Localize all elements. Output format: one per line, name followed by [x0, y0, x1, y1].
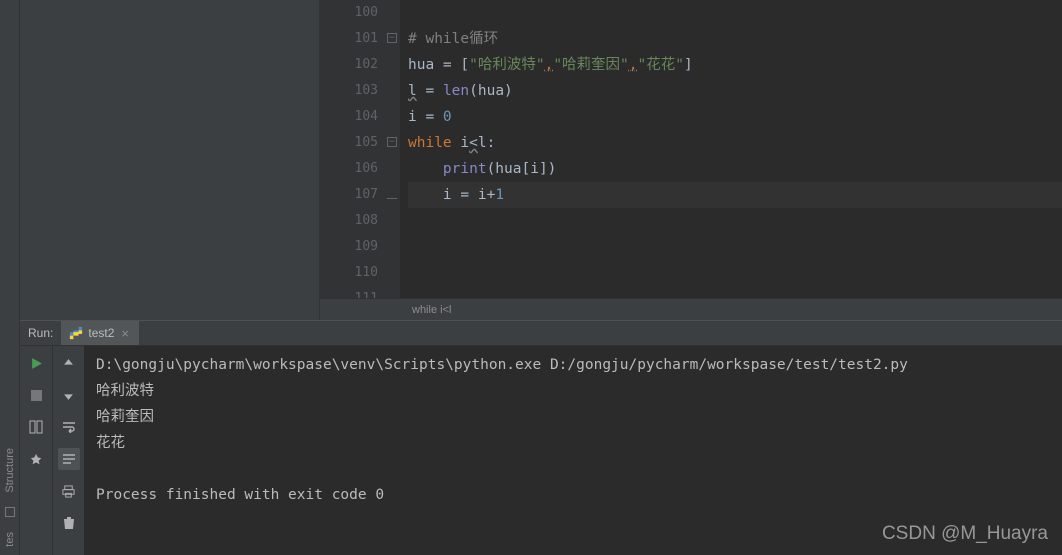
code-area[interactable]: 100101−102103104105−106107108109110111 #…: [320, 0, 1062, 298]
fold-marker[interactable]: −: [387, 137, 397, 147]
run-body: D:\gongju\pycharm\workspase\venv\Scripts…: [20, 346, 1062, 555]
run-tab[interactable]: test2 ×: [61, 321, 139, 345]
run-panel: Run: test2 ×: [20, 320, 1062, 555]
fold-end-marker: [387, 189, 397, 199]
layout-button[interactable]: [25, 416, 47, 438]
run-tab-name: test2: [88, 326, 114, 340]
print-button[interactable]: [58, 480, 80, 502]
left-tool-strip: Structure tes: [0, 0, 20, 555]
delete-button[interactable]: [58, 512, 80, 534]
code-lines[interactable]: # while循环hua = ["哈利波特","哈莉奎因","花花"]l = l…: [400, 0, 1062, 298]
fold-marker[interactable]: −: [387, 33, 397, 43]
pin-button[interactable]: [25, 448, 47, 470]
up-button[interactable]: [58, 352, 80, 374]
editor-area: 100101−102103104105−106107108109110111 #…: [20, 0, 1062, 320]
console-output[interactable]: D:\gongju\pycharm\workspase\venv\Scripts…: [84, 346, 1062, 555]
run-tools-right: [52, 346, 84, 555]
structure-tool[interactable]: Structure: [4, 448, 16, 493]
run-label: Run:: [20, 326, 61, 340]
line-gutter[interactable]: 100101−102103104105−106107108109110111: [320, 0, 400, 298]
favorites-tool[interactable]: tes: [4, 532, 16, 547]
breadcrumb[interactable]: while i<l: [320, 298, 1062, 320]
main-area: 100101−102103104105−106107108109110111 #…: [20, 0, 1062, 555]
rerun-button[interactable]: [25, 352, 47, 374]
code-editor: 100101−102103104105−106107108109110111 #…: [320, 0, 1062, 320]
close-icon[interactable]: ×: [119, 326, 131, 341]
project-panel[interactable]: [20, 0, 320, 320]
soft-wrap-button[interactable]: [58, 416, 80, 438]
stop-button[interactable]: [25, 384, 47, 406]
run-tools-left: [20, 346, 52, 555]
bookmark-icon: [4, 506, 16, 518]
scroll-to-end-button[interactable]: [58, 448, 80, 470]
python-icon: [69, 326, 83, 340]
down-button[interactable]: [58, 384, 80, 406]
run-header: Run: test2 ×: [20, 320, 1062, 346]
